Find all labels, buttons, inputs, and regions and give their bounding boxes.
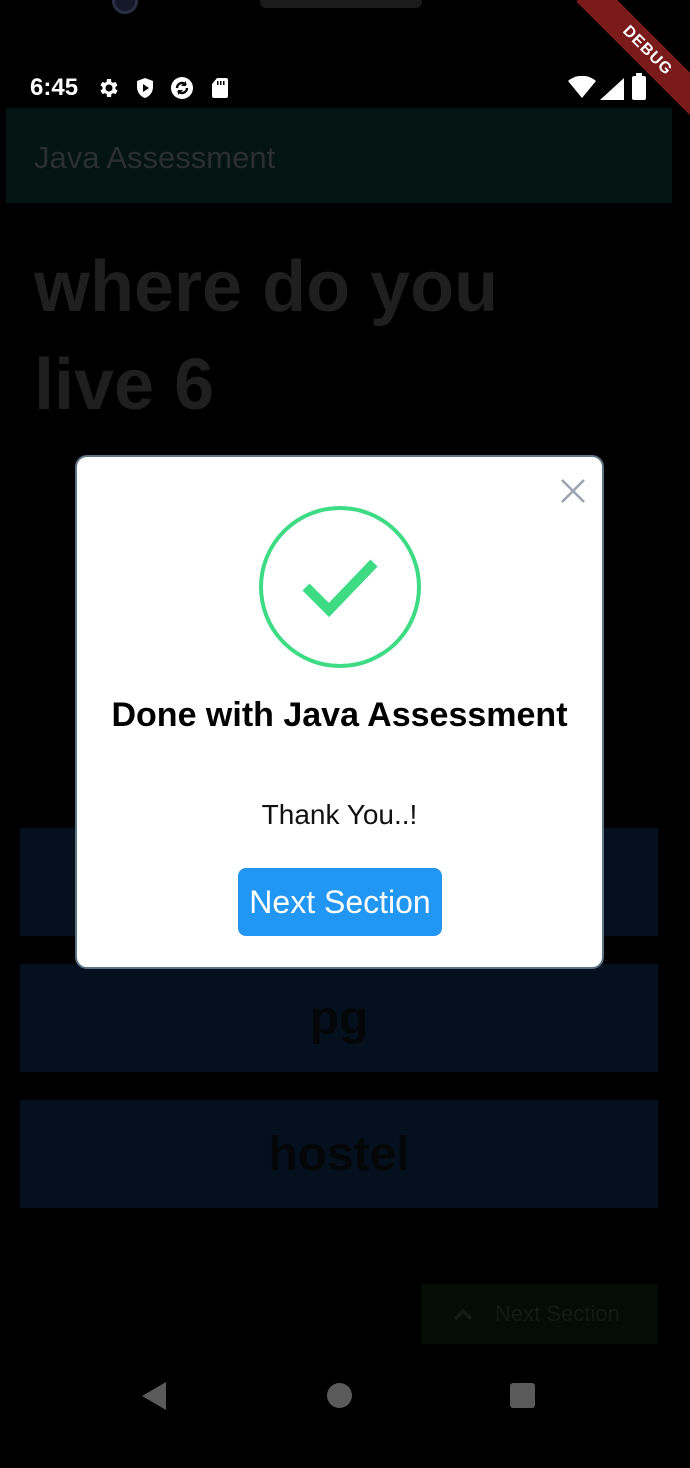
dialog-message: Thank You..! [261,799,418,830]
check-circle-icon [259,506,421,668]
next-section-label: Next Section [495,1301,620,1326]
home-icon[interactable] [327,1383,352,1408]
wifi-icon [568,76,596,98]
system-nav-bar [0,1350,690,1440]
signal-icon [600,78,624,100]
recents-icon[interactable] [510,1383,535,1408]
front-camera [112,0,138,14]
dialog-next-section-button[interactable]: Next Section [238,868,442,936]
question-text: where do you live 6 [34,247,499,425]
sync-icon [171,77,193,99]
settings-icon [100,79,118,97]
chevron-up-icon [453,1308,473,1321]
earpiece [260,0,422,8]
status-bar: 6:45 [0,0,690,110]
back-icon[interactable] [142,1382,168,1410]
battery-icon [632,73,646,100]
app-title: Java Assessment [34,140,276,175]
status-time: 6:45 [30,74,79,101]
close-icon [561,479,585,503]
answer-option-label: pg [309,991,369,1045]
app-bar: Java Assessment [6,108,672,203]
close-button[interactable] [555,473,591,509]
completion-dialog: Done with Java Assessment Thank You..! N… [75,455,604,969]
sd-card-icon [212,78,228,98]
answer-option[interactable]: hostel [20,1100,658,1208]
play-protect-icon [137,78,153,98]
next-section-button[interactable]: Next Section [421,1284,658,1344]
answer-option-label: hostel [268,1127,410,1181]
answer-option[interactable]: pg [20,964,658,1072]
dialog-title: Done with Java Assessment [111,696,568,734]
